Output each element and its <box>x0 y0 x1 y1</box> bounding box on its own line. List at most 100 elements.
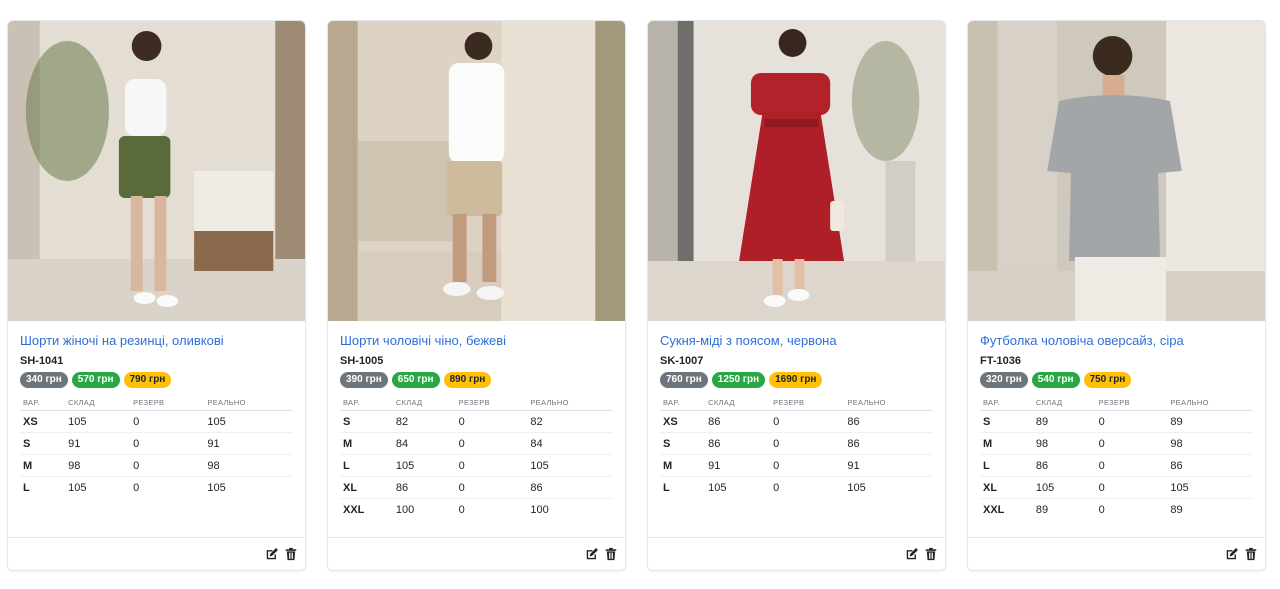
table-row: M 98 0 98 <box>20 454 293 477</box>
variant-size: S <box>340 410 393 433</box>
table-row: S 89 0 89 <box>980 410 1253 433</box>
col-header-warehouse: СКЛАД <box>65 393 131 411</box>
product-sku: SH-1005 <box>340 355 384 367</box>
price-badge-retail: 750 грн <box>1083 372 1132 388</box>
variant-stock-table: ВАР. СКЛАД РЕЗЕРВ РЕАЛЬНО S 82 0 82 M 84 0 84 … <box>340 393 613 520</box>
variant-size: L <box>23 481 30 494</box>
trash-icon[interactable] <box>1243 547 1258 562</box>
real-cell: 105 <box>1167 476 1253 499</box>
col-header-real: РЕАЛЬНО <box>844 393 933 411</box>
product-title-link[interactable]: Шорти чоловічі чіно, бежеві <box>340 332 613 350</box>
stock-cell: 84 <box>392 432 456 455</box>
col-header-variant: ВАР. <box>660 393 706 411</box>
stock-cell: 105 <box>392 454 456 477</box>
edit-icon[interactable] <box>904 547 919 562</box>
variant-size: XXL <box>983 503 1005 516</box>
real-cell: 86 <box>844 432 933 455</box>
table-row: S 82 0 82 <box>340 410 613 433</box>
price-badge-wholesale: 570 грн <box>71 372 120 388</box>
variant-size: L <box>340 454 393 477</box>
product-title-link[interactable]: Шорти жіночі на резинці, оливкові <box>20 332 293 350</box>
reserve-cell: 0 <box>130 454 205 477</box>
product-card: Шорти жіночі на резинці, оливкові SH-104… <box>7 20 306 571</box>
real-cell: 91 <box>844 454 933 477</box>
col-header-reserve: РЕЗЕРВ <box>130 393 205 411</box>
trash-icon[interactable] <box>923 547 938 562</box>
real-cell: 100 <box>530 503 549 516</box>
col-header-variant: ВАР. <box>980 393 1033 411</box>
reserve-cell: 0 <box>458 503 465 516</box>
table-row: XS 105 0 105 <box>20 410 293 433</box>
real-cell: 89 <box>1167 410 1253 433</box>
price-badge-retail: 890 грн <box>443 372 492 388</box>
reserve-cell: 0 <box>1095 410 1168 433</box>
product-card: Сукня-міді з поясом, червона SK-1007 760… <box>647 20 946 571</box>
card-actions <box>648 537 945 570</box>
col-header-variant: ВАР. <box>340 393 393 411</box>
table-row: M 91 0 91 <box>660 454 933 477</box>
edit-icon[interactable] <box>264 547 279 562</box>
variant-size: XXL <box>343 503 365 516</box>
product-photo[interactable] <box>968 21 1265 321</box>
reserve-cell: 0 <box>455 476 528 499</box>
stock-cell: 105 <box>708 481 727 494</box>
real-cell: 82 <box>527 410 613 433</box>
stock-cell: 105 <box>65 410 131 433</box>
col-header-warehouse: СКЛАД <box>392 393 456 411</box>
variant-size: XS <box>660 410 706 433</box>
stock-cell: 105 <box>1032 476 1096 499</box>
trash-icon[interactable] <box>603 547 618 562</box>
stock-cell: 98 <box>1032 432 1096 455</box>
col-header-real: РЕАЛЬНО <box>204 393 293 411</box>
reserve-cell: 0 <box>455 432 528 455</box>
table-row: XS 86 0 86 <box>660 410 933 433</box>
table-row: S 91 0 91 <box>20 432 293 455</box>
price-badge-retail: 1690 грн <box>769 372 823 388</box>
col-header-reserve: РЕЗЕРВ <box>455 393 528 411</box>
product-sku: FT-1036 <box>980 355 1021 367</box>
price-badge-wholesale: 540 грн <box>1031 372 1080 388</box>
table-row: L 105 0 105 <box>660 477 933 499</box>
col-header-warehouse: СКЛАД <box>1032 393 1096 411</box>
table-row: S 86 0 86 <box>660 432 933 455</box>
reserve-cell: 0 <box>1095 476 1168 499</box>
reserve-cell: 0 <box>133 481 140 494</box>
table-row: L 105 0 105 <box>340 454 613 477</box>
product-photo[interactable] <box>8 21 305 321</box>
price-badge-purchase: 760 грн <box>660 372 708 388</box>
reserve-cell: 0 <box>773 481 780 494</box>
stock-cell: 86 <box>705 410 771 433</box>
real-cell: 105 <box>847 481 866 494</box>
table-row: XXL 89 0 89 <box>980 499 1253 521</box>
col-header-reserve: РЕЗЕРВ <box>1095 393 1168 411</box>
variant-size: M <box>20 454 66 477</box>
card-actions <box>968 537 1265 570</box>
stock-cell: 98 <box>65 454 131 477</box>
table-row: M 84 0 84 <box>340 432 613 455</box>
variant-stock-table: ВАР. СКЛАД РЕЗЕРВ РЕАЛЬНО XS 86 0 86 S 86 0 86… <box>660 393 933 498</box>
trash-icon[interactable] <box>283 547 298 562</box>
product-title-link[interactable]: Сукня-міді з поясом, червона <box>660 332 933 350</box>
stock-cell: 91 <box>705 454 771 477</box>
real-cell: 98 <box>1167 432 1253 455</box>
variant-size: S <box>660 432 706 455</box>
real-cell: 105 <box>204 410 293 433</box>
product-title-link[interactable]: Футболка чоловіча оверсайз, сіра <box>980 332 1253 350</box>
product-sku: SK-1007 <box>660 355 704 367</box>
product-photo[interactable] <box>648 21 945 321</box>
stock-cell: 86 <box>1032 454 1096 477</box>
variant-stock-table: ВАР. СКЛАД РЕЗЕРВ РЕАЛЬНО S 89 0 89 M 98 0 98 … <box>980 393 1253 520</box>
table-row: M 98 0 98 <box>980 432 1253 455</box>
variant-size: XL <box>980 476 1033 499</box>
product-photo[interactable] <box>328 21 625 321</box>
price-badges: 320 грн 540 грн 750 грн <box>980 372 1253 388</box>
variant-size: M <box>660 454 706 477</box>
edit-icon[interactable] <box>1224 547 1239 562</box>
reserve-cell: 0 <box>1095 432 1168 455</box>
price-badge-retail: 790 грн <box>123 372 172 388</box>
edit-icon[interactable] <box>584 547 599 562</box>
col-header-real: РЕАЛЬНО <box>1167 393 1253 411</box>
product-card: Футболка чоловіча оверсайз, сіра FT-1036… <box>967 20 1266 571</box>
real-cell: 105 <box>207 481 226 494</box>
product-sku: SH-1041 <box>20 355 64 367</box>
